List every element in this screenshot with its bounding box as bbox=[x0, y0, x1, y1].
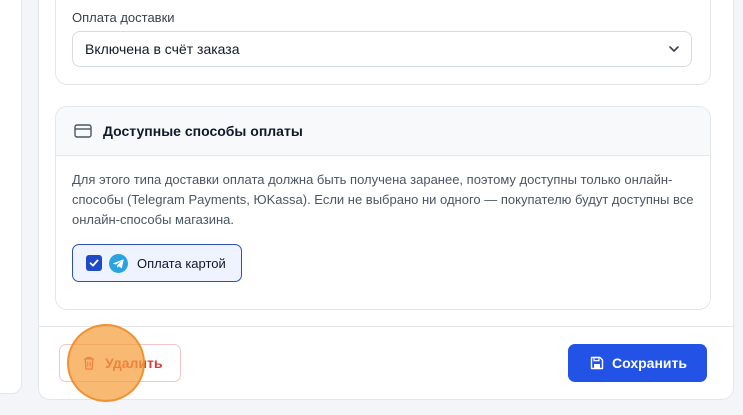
delivery-payment-section: Оплата доставки Включена в счёт заказа bbox=[55, 0, 711, 85]
delivery-payment-select[interactable]: Включена в счёт заказа bbox=[72, 31, 692, 67]
shipping-settings-card: Оплата доставки Включена в счёт заказа Д… bbox=[38, 0, 734, 400]
payment-methods-header: Доступные способы оплаты bbox=[56, 107, 710, 156]
delivery-payment-label: Оплата доставки bbox=[72, 10, 175, 25]
payment-method-checkbox[interactable] bbox=[86, 255, 102, 271]
payment-methods-section: Доступные способы оплаты Для этого типа … bbox=[55, 106, 711, 310]
payment-method-card-option[interactable]: Оплата картой bbox=[72, 244, 242, 282]
credit-card-icon bbox=[74, 124, 92, 138]
checkmark-icon bbox=[89, 259, 99, 267]
payment-method-label: Оплата картой bbox=[137, 255, 226, 271]
left-panel bbox=[0, 0, 22, 394]
telegram-icon bbox=[109, 253, 128, 273]
payment-methods-description: Для этого типа доставки оплата должна бы… bbox=[72, 172, 694, 227]
save-button[interactable]: Сохранить bbox=[568, 344, 707, 382]
payment-methods-title: Доступные способы оплаты bbox=[103, 123, 303, 139]
click-indicator bbox=[67, 324, 145, 402]
delivery-payment-value: Включена в счёт заказа bbox=[85, 41, 240, 57]
save-button-label: Сохранить bbox=[612, 355, 687, 371]
save-icon bbox=[590, 356, 604, 370]
chevron-down-icon bbox=[669, 46, 679, 52]
